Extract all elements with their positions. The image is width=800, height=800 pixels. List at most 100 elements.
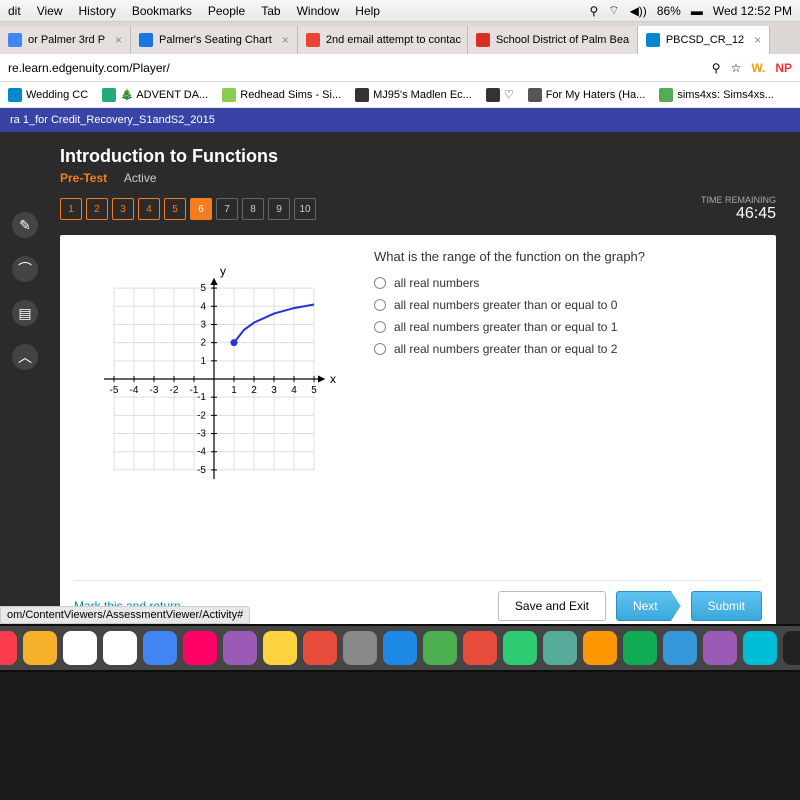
browser-tab[interactable]: 2nd email attempt to contac× — [298, 26, 468, 54]
star-icon[interactable]: ☆ — [731, 61, 742, 75]
headphones-icon[interactable]: ⌒ — [12, 256, 38, 282]
tab-favicon — [646, 33, 660, 47]
menu-item[interactable]: People — [208, 4, 245, 18]
tab-favicon — [8, 33, 22, 47]
radio-icon[interactable] — [374, 299, 386, 311]
question-nav-item[interactable]: 3 — [112, 198, 134, 220]
radio-icon[interactable] — [374, 277, 386, 289]
dock-app-icon[interactable] — [703, 631, 737, 665]
browser-tab[interactable]: or Palmer 3rd P× — [0, 26, 131, 54]
dock-app-icon[interactable] — [263, 631, 297, 665]
dock-app-icon[interactable] — [103, 631, 137, 665]
menu-item[interactable]: History — [78, 4, 115, 18]
option-label: all real numbers greater than or equal t… — [394, 298, 617, 312]
dock-app-icon[interactable] — [663, 631, 697, 665]
bookmark-item[interactable]: sims4xs: Sims4xs... — [659, 88, 774, 102]
browser-tab[interactable]: PBCSD_CR_12 × — [638, 26, 770, 54]
dock-app-icon[interactable] — [303, 631, 337, 665]
svg-text:-3: -3 — [150, 385, 159, 396]
svg-text:-1: -1 — [197, 392, 206, 403]
question-nav-item[interactable]: 7 — [216, 198, 238, 220]
active-label: Active — [124, 171, 157, 185]
collapse-icon[interactable]: ︿ — [12, 344, 38, 370]
pencil-icon[interactable]: ✎ — [12, 212, 38, 238]
dock-app-icon[interactable] — [743, 631, 777, 665]
ext-w[interactable]: W. — [751, 61, 765, 75]
url-text[interactable]: re.learn.edgenuity.com/Player/ — [8, 61, 170, 75]
question-nav-item[interactable]: 10 — [294, 198, 316, 220]
dock-app-icon[interactable] — [0, 631, 17, 665]
menu-item[interactable]: dit — [8, 4, 21, 18]
radio-icon[interactable] — [374, 321, 386, 333]
menu-item[interactable]: Window — [297, 4, 340, 18]
radio-icon[interactable] — [374, 343, 386, 355]
clock[interactable]: Wed 12:52 PM — [713, 4, 792, 18]
bookmark-label: sims4xs: Sims4xs... — [677, 89, 774, 101]
bookmark-label: For My Haters (Ha... — [546, 89, 646, 101]
bookmark-item[interactable]: ♡ — [486, 88, 514, 102]
bookmark-item[interactable]: MJ95's Madlen Ec... — [355, 88, 472, 102]
question-nav-item[interactable]: 4 — [138, 198, 160, 220]
close-icon[interactable]: × — [282, 33, 289, 47]
question-nav-item[interactable]: 6 — [190, 198, 212, 220]
bookmark-label: Redhead Sims - Si... — [240, 89, 341, 101]
battery-icon[interactable]: ▬ — [691, 4, 703, 18]
volume-icon[interactable]: ◀)) — [630, 4, 647, 18]
bookmark-item[interactable]: 🎄 ADVENT DA... — [102, 88, 208, 102]
submit-button[interactable]: Submit — [691, 591, 762, 621]
dock-app-icon[interactable] — [423, 631, 457, 665]
dock-app-icon[interactable] — [383, 631, 417, 665]
answer-option[interactable]: all real numbers — [374, 276, 645, 290]
option-label: all real numbers greater than or equal t… — [394, 320, 617, 334]
question-nav-item[interactable]: 8 — [242, 198, 264, 220]
save-exit-button[interactable]: Save and Exit — [498, 591, 606, 621]
question-nav-item[interactable]: 5 — [164, 198, 186, 220]
tab-label: PBCSD_CR_12 — [666, 34, 744, 46]
svg-text:-3: -3 — [197, 429, 206, 440]
pretest-label: Pre-Test — [60, 171, 107, 185]
browser-tab[interactable]: School District of Palm Bea× — [468, 26, 638, 54]
ext-np[interactable]: NP — [775, 61, 792, 75]
tab-label: Palmer's Seating Chart — [159, 34, 272, 46]
dock-app-icon[interactable] — [543, 631, 577, 665]
dock-app-icon[interactable] — [223, 631, 257, 665]
answer-option[interactable]: all real numbers greater than or equal t… — [374, 342, 645, 356]
question-nav-item[interactable]: 2 — [86, 198, 108, 220]
status-bar: om/ContentViewers/AssessmentViewer/Activ… — [0, 606, 250, 624]
lesson-subtitle: Pre-Test Active — [60, 171, 800, 185]
menu-item[interactable]: View — [37, 4, 63, 18]
notes-icon[interactable]: ▤ — [12, 300, 38, 326]
option-label: all real numbers greater than or equal t… — [394, 342, 617, 356]
bookmark-item[interactable]: Wedding CC — [8, 88, 88, 102]
answer-option[interactable]: all real numbers greater than or equal t… — [374, 320, 645, 334]
question-text: What is the range of the function on the… — [374, 249, 645, 264]
close-icon[interactable]: × — [754, 33, 761, 47]
dock-app-icon[interactable] — [503, 631, 537, 665]
dock-app-icon[interactable] — [143, 631, 177, 665]
wifi-icon[interactable]: ⌔ — [608, 3, 619, 18]
question-nav-item[interactable]: 1 — [60, 198, 82, 220]
search-icon[interactable]: ⚲ — [712, 61, 721, 75]
url-bar: re.learn.edgenuity.com/Player/ ⚲ ☆ W. NP — [0, 54, 800, 82]
dock-app-icon[interactable] — [623, 631, 657, 665]
dock-app-icon[interactable] — [783, 631, 800, 665]
dock-app-icon[interactable] — [23, 631, 57, 665]
browser-tab[interactable]: Palmer's Seating Chart × — [131, 26, 298, 54]
dock-app-icon[interactable] — [463, 631, 497, 665]
answer-option[interactable]: all real numbers greater than or equal t… — [374, 298, 645, 312]
tool-rail: ✎ ⌒ ▤ ︿ — [12, 212, 38, 370]
question-nav-item[interactable]: 9 — [268, 198, 290, 220]
bluetooth-icon[interactable]: ⚲ — [590, 4, 599, 18]
menu-item[interactable]: Help — [355, 4, 380, 18]
dock-app-icon[interactable] — [343, 631, 377, 665]
menu-item[interactable]: Tab — [261, 4, 280, 18]
bookmark-item[interactable]: Redhead Sims - Si... — [222, 88, 341, 102]
svg-text:3: 3 — [271, 385, 277, 396]
dock-app-icon[interactable] — [63, 631, 97, 665]
dock-app-icon[interactable] — [183, 631, 217, 665]
bookmark-item[interactable]: For My Haters (Ha... — [528, 88, 646, 102]
close-icon[interactable]: × — [115, 33, 122, 47]
dock-app-icon[interactable] — [583, 631, 617, 665]
menu-item[interactable]: Bookmarks — [132, 4, 192, 18]
next-button[interactable]: Next — [616, 591, 681, 621]
